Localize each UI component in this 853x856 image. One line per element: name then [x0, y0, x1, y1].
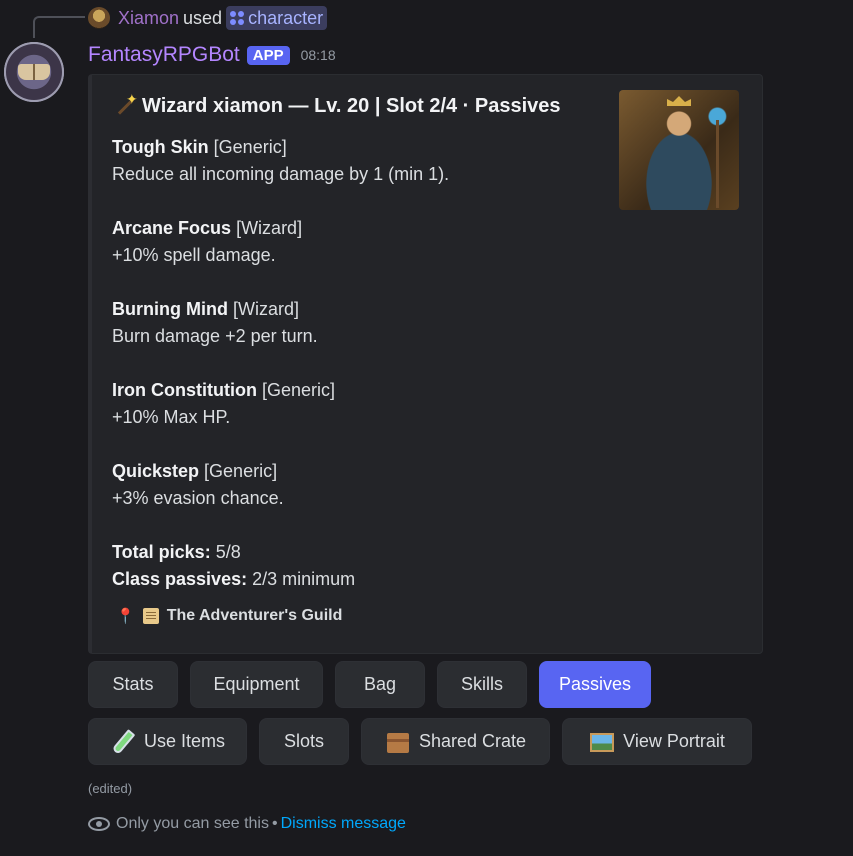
slash-command-name: character: [248, 7, 324, 28]
passive-tag: [Generic]: [204, 461, 278, 481]
button-label: Passives: [558, 674, 632, 694]
stats-button[interactable]: Stats: [88, 661, 178, 708]
button-label: Shared Crate: [418, 731, 527, 751]
class-passives-label: Class passives:: [112, 569, 248, 589]
passive-entry: Quickstep [Generic] +3% evasion chance.: [112, 458, 284, 512]
separator-dot: •: [271, 815, 278, 832]
slots-button[interactable]: Slots: [259, 718, 349, 765]
passive-tag: [Generic]: [261, 380, 336, 400]
magic-wand-icon: [112, 91, 138, 119]
passive-name: Tough Skin: [112, 137, 209, 157]
button-label: Use Items: [143, 731, 226, 751]
bag-button[interactable]: Bag: [335, 661, 425, 708]
embed-footer: 📍 The Adventurer's Guild: [116, 607, 342, 625]
button-label: Equipment: [213, 674, 300, 694]
button-label: Bag: [363, 674, 397, 694]
passive-entry: Burning Mind [Wizard] Burn damage +2 per…: [112, 296, 318, 350]
reply-avatar[interactable]: [88, 7, 110, 29]
passive-tag: [Wizard]: [233, 299, 300, 319]
reply-used-text: used: [183, 7, 223, 28]
reply-username[interactable]: Xiamon: [118, 8, 179, 29]
passive-summary: Total picks: 5/8 Class passives: 2/3 min…: [112, 539, 355, 593]
bot-avatar[interactable]: [4, 42, 64, 102]
view-portrait-button[interactable]: View Portrait: [562, 718, 752, 765]
pushpin-icon: 📍: [116, 608, 135, 625]
passive-name: Iron Constitution: [112, 380, 257, 400]
wizard-portrait-thumbnail[interactable]: [619, 90, 739, 210]
passive-entry: Tough Skin [Generic] Reduce all incoming…: [112, 134, 449, 188]
ephemeral-notice: Only you can see this • Dismiss message: [88, 815, 406, 833]
class-passives-value: 2/3 minimum: [252, 569, 356, 589]
framed-picture-icon: [589, 729, 615, 755]
eye-icon: [88, 817, 110, 831]
reply-reference[interactable]: Xiamon used character: [88, 6, 328, 30]
equipment-button[interactable]: Equipment: [190, 661, 323, 708]
passive-description: Reduce all incoming damage by 1 (min 1).: [112, 164, 450, 184]
message-timestamp: 08:18: [300, 47, 336, 63]
passives-button[interactable]: Passives: [539, 661, 651, 708]
total-picks-value: 5/8: [215, 542, 241, 562]
scroll-icon: [142, 608, 159, 624]
dismiss-message-link[interactable]: Dismiss message: [281, 815, 406, 833]
passive-description: Burn damage +2 per turn.: [112, 326, 318, 346]
slash-command-icon: [230, 11, 245, 25]
edited-indicator: (edited): [88, 781, 133, 796]
total-picks-label: Total picks:: [112, 542, 211, 562]
passive-description: +10% Max HP.: [112, 407, 231, 427]
test-tube-icon: [110, 729, 136, 755]
package-icon: [385, 729, 411, 755]
message-header: FantasyRPGBot APP 08:18: [88, 40, 336, 70]
passive-name: Quickstep: [112, 461, 200, 481]
use-items-button[interactable]: Use Items: [88, 718, 247, 765]
passive-name: Arcane Focus: [112, 218, 232, 238]
embed: Wizard xiamon — Lv. 20 | Slot 2/4 · Pass…: [88, 74, 763, 654]
ephemeral-text: Only you can see this: [116, 815, 269, 832]
button-label: Slots: [283, 731, 325, 751]
footer-text: The Adventurer's Guild: [166, 607, 343, 624]
button-label: View Portrait: [623, 731, 725, 751]
slash-command-mention[interactable]: character: [226, 6, 328, 30]
shared-crate-button[interactable]: Shared Crate: [361, 718, 550, 765]
passive-description: +3% evasion chance.: [112, 488, 284, 508]
passive-entry: Iron Constitution [Generic] +10% Max HP.: [112, 377, 335, 431]
passive-tag: [Generic]: [213, 137, 287, 157]
passive-name: Burning Mind: [112, 299, 228, 319]
passive-description: +10% spell damage.: [112, 245, 276, 265]
passive-entry: Arcane Focus [Wizard] +10% spell damage.: [112, 215, 302, 269]
bot-name[interactable]: FantasyRPGBot: [88, 43, 240, 67]
button-label: Stats: [112, 674, 154, 694]
app-badge: APP: [246, 45, 290, 65]
embed-title: Wizard xiamon — Lv. 20 | Slot 2/4 · Pass…: [112, 91, 561, 119]
skills-button[interactable]: Skills: [437, 661, 527, 708]
reply-connector: [33, 16, 85, 38]
passive-tag: [Wizard]: [236, 218, 303, 238]
button-label: Skills: [460, 674, 503, 694]
embed-title-text: Wizard xiamon — Lv. 20 | Slot 2/4 · Pass…: [142, 94, 561, 117]
